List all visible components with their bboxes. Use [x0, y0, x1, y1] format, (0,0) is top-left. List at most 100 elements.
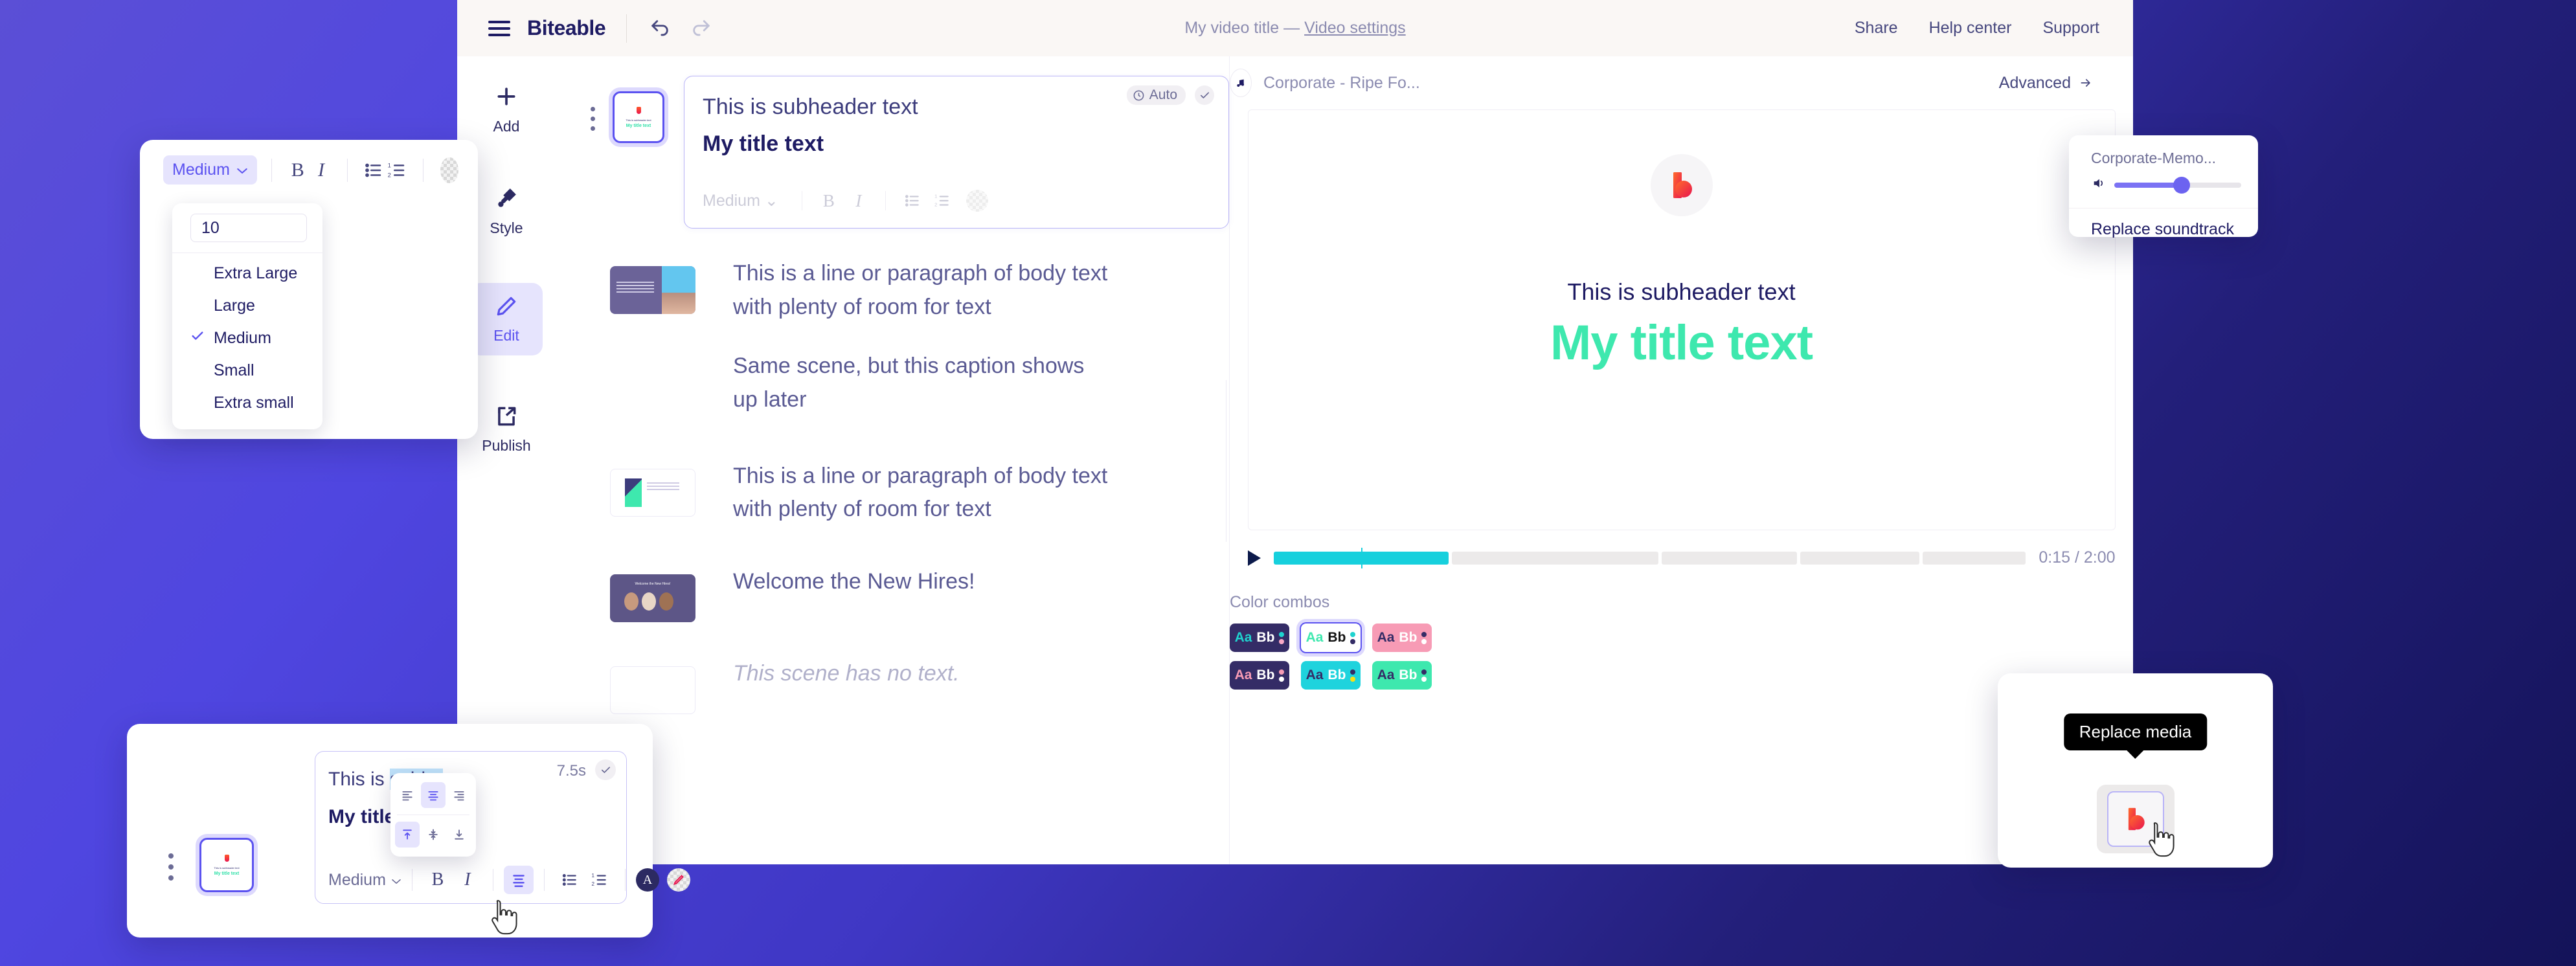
font-color-icon[interactable]: A — [635, 868, 659, 892]
size-option-large[interactable]: Large — [172, 289, 322, 322]
rail-item-add[interactable]: Add — [470, 73, 543, 146]
play-button[interactable] — [1247, 550, 1261, 566]
transparent-swatch-icon[interactable] — [440, 157, 458, 183]
video-stage[interactable]: This is subheader text My title text — [1247, 109, 2116, 530]
align-bottom-icon[interactable] — [447, 822, 471, 848]
scene-card[interactable]: This is a line or paragraph of body text… — [715, 248, 1229, 431]
size-option-medium[interactable]: Medium — [172, 322, 322, 354]
media-thumbnail[interactable] — [2107, 791, 2164, 847]
hamburger-menu-icon[interactable] — [488, 20, 510, 36]
italic-button[interactable]: I — [844, 188, 874, 214]
support-button[interactable]: Support — [2042, 19, 2099, 38]
share-button[interactable]: Share — [1855, 19, 1898, 38]
scene-confirm-button[interactable] — [595, 759, 616, 780]
stage-title[interactable]: My title text — [1550, 315, 1813, 371]
size-dropdown-trigger[interactable]: Medium — [328, 871, 401, 890]
timeline-segment[interactable] — [1922, 551, 2026, 565]
scene-drag-handle[interactable] — [591, 107, 595, 131]
scene-thumbnail[interactable]: This is subheader text My title text — [199, 838, 254, 892]
music-note-icon[interactable] — [1230, 69, 1252, 97]
timeline-track[interactable] — [1273, 547, 2026, 568]
scene-confirm-button[interactable] — [1195, 85, 1214, 105]
scene-body-text[interactable]: Same scene, but this caption shows up la… — [733, 350, 1096, 416]
scene-duration[interactable]: 7.5s — [557, 762, 586, 780]
timeline-segment[interactable] — [1800, 551, 1919, 565]
scene-body-text[interactable]: Welcome the New Hires! — [733, 565, 1211, 599]
bold-button[interactable]: B — [286, 156, 310, 185]
scene-thumbnail[interactable]: Welcome the New Hires! — [610, 574, 695, 623]
scene-thumbnail[interactable] — [610, 468, 695, 517]
brand-logo[interactable]: Biteable — [527, 16, 606, 40]
size-option-small[interactable]: Small — [172, 354, 322, 387]
size-value-input[interactable]: 10 — [190, 214, 307, 242]
italic-button[interactable]: I — [310, 156, 333, 185]
color-combo-swatch[interactable]: Aa Bb — [1301, 661, 1361, 690]
scene-body-text[interactable]: This is a line or paragraph of body text… — [733, 257, 1147, 324]
text-align-button[interactable] — [503, 866, 534, 894]
bold-button[interactable]: B — [423, 866, 453, 894]
align-center-icon[interactable] — [421, 782, 446, 808]
size-dropdown-trigger[interactable]: Medium — [163, 155, 257, 185]
highlight-color-icon[interactable] — [666, 868, 690, 892]
divider — [885, 191, 886, 210]
speaker-icon[interactable] — [2091, 176, 2107, 194]
align-left-icon[interactable] — [395, 782, 420, 808]
replace-media-tooltip: Replace media — [2063, 713, 2208, 750]
size-option-extra-small[interactable]: Extra small — [172, 387, 322, 419]
size-dropdown-value: Medium — [172, 161, 230, 179]
rail-item-style[interactable]: Style — [470, 175, 543, 248]
align-right-icon[interactable] — [447, 782, 471, 808]
scene-drag-handle[interactable] — [168, 853, 174, 881]
soundtrack-info[interactable]: Corporate - Ripe Fo... — [1230, 69, 1420, 97]
inline-size-dropdown[interactable]: Medium ⌄ — [703, 191, 790, 210]
undo-icon[interactable] — [648, 17, 672, 39]
align-top-icon[interactable] — [395, 822, 420, 848]
timeline-segment[interactable] — [1661, 551, 1797, 565]
stage-subheader[interactable]: This is subheader text — [1567, 278, 1795, 306]
scene-title-text[interactable]: My title text — [703, 128, 1210, 161]
timeline-segment[interactable] — [1273, 547, 1449, 568]
divider — [271, 158, 272, 182]
scene-thumbnail[interactable] — [610, 666, 695, 715]
bold-label: B — [822, 190, 835, 210]
bold-button[interactable]: B — [814, 188, 844, 214]
auto-duration-badge[interactable]: Auto — [1126, 85, 1186, 105]
thumbnail-subheader: This is subheader text — [626, 118, 651, 122]
scene-card[interactable]: Welcome the New Hires! — [715, 556, 1229, 613]
timeline-segment[interactable] — [1451, 551, 1658, 565]
soundtrack-popover-name: Corporate-Memo... — [2091, 150, 2217, 166]
replace-soundtrack-button[interactable]: Replace soundtrack — [2069, 208, 2258, 239]
check-icon — [190, 329, 205, 348]
volume-slider[interactable] — [2114, 176, 2241, 194]
volume-slider-handle[interactable] — [2173, 176, 2190, 194]
color-combo-swatch[interactable]: Aa Bb — [1372, 661, 1432, 690]
bullet-list-icon[interactable] — [898, 188, 927, 214]
italic-button[interactable]: I — [453, 866, 482, 894]
scene-body-text[interactable]: This is a line or paragraph of body text… — [733, 460, 1147, 526]
align-middle-icon[interactable] — [421, 822, 446, 848]
bullet-list-icon[interactable] — [555, 866, 585, 894]
numbered-list-icon[interactable]: 12 — [927, 188, 957, 214]
color-combo-swatch[interactable]: Aa Bb — [1230, 661, 1289, 690]
color-combo-swatch[interactable]: Aa Bb — [1230, 623, 1289, 652]
advanced-link[interactable]: Advanced — [1999, 74, 2094, 93]
scene-thumbnail[interactable]: This is subheader text My title text — [613, 91, 664, 143]
video-settings-link[interactable]: Video settings — [1304, 19, 1406, 37]
soundtrack-name: Corporate - Ripe Fo... — [1263, 73, 1420, 92]
color-combo-swatch[interactable]: Aa Bb — [1301, 623, 1361, 652]
help-center-button[interactable]: Help center — [1929, 19, 2012, 38]
scene-card[interactable]: This is a line or paragraph of body text… — [715, 451, 1229, 541]
bullet-list-icon[interactable] — [362, 156, 385, 185]
transparent-swatch-icon[interactable] — [966, 190, 988, 212]
scene-thumbnail[interactable] — [610, 266, 695, 314]
numbered-list-icon[interactable]: 12 — [585, 866, 615, 894]
scene-card[interactable]: Auto This is subheader text My title tex… — [684, 76, 1229, 229]
size-option-extra-large[interactable]: Extra Large — [172, 257, 322, 289]
rail-item-publish[interactable]: Publish — [470, 393, 543, 466]
scene-row: This scene has no text. — [556, 648, 1229, 715]
redo-icon[interactable] — [689, 17, 714, 39]
numbered-list-icon[interactable]: 12 — [385, 156, 409, 185]
rail-item-edit[interactable]: Edit — [470, 283, 543, 355]
color-combo-swatch[interactable]: Aa Bb — [1372, 623, 1432, 652]
scene-card[interactable]: This scene has no text. — [715, 648, 1229, 705]
